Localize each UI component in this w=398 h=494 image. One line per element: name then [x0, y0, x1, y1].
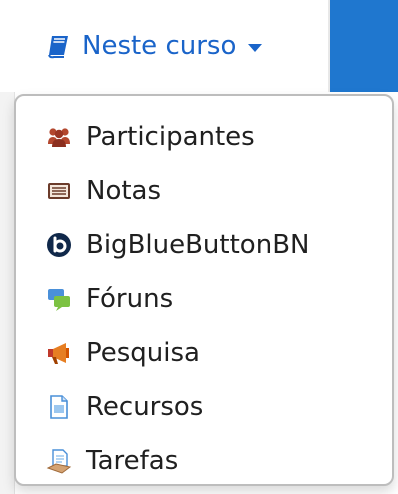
course-menu-toggle[interactable]: Neste curso: [14, 0, 330, 92]
assignments-icon: [46, 448, 72, 474]
menu-item-label: Participantes: [86, 122, 255, 152]
menu-item-label: BigBlueButtonBN: [86, 230, 310, 260]
bigbluebutton-icon: [46, 232, 72, 258]
menu-item-label: Recursos: [86, 392, 204, 422]
survey-icon: [46, 340, 72, 366]
menu-item-bigbluebuttonbn[interactable]: BigBlueButtonBN: [16, 218, 392, 272]
course-dropdown-menu: Participantes Notas BigBlueButtonBN Fóru…: [14, 94, 394, 486]
forums-icon: [46, 286, 72, 312]
menu-item-pesquisa[interactable]: Pesquisa: [16, 326, 392, 380]
grades-icon: [46, 178, 72, 204]
menu-item-label: Pesquisa: [86, 338, 200, 368]
resources-icon: [46, 394, 72, 420]
menu-item-label: Notas: [86, 176, 162, 206]
caret-down-icon: [248, 44, 263, 52]
navbar-blue-section: [330, 0, 398, 92]
book-icon: [46, 33, 72, 59]
menu-item-label: Fóruns: [86, 284, 174, 314]
menu-item-recursos[interactable]: Recursos: [16, 380, 392, 434]
page: Neste curso Participantes Notas BigBlueB…: [0, 0, 398, 494]
menu-item-notas[interactable]: Notas: [16, 164, 392, 218]
menu-item-tarefas[interactable]: Tarefas: [16, 434, 392, 488]
menu-item-foruns[interactable]: Fóruns: [16, 272, 392, 326]
menu-item-label: Tarefas: [86, 446, 179, 476]
participants-icon: [46, 124, 72, 150]
menu-item-participantes[interactable]: Participantes: [16, 110, 392, 164]
course-menu-label: Neste curso: [82, 31, 237, 61]
